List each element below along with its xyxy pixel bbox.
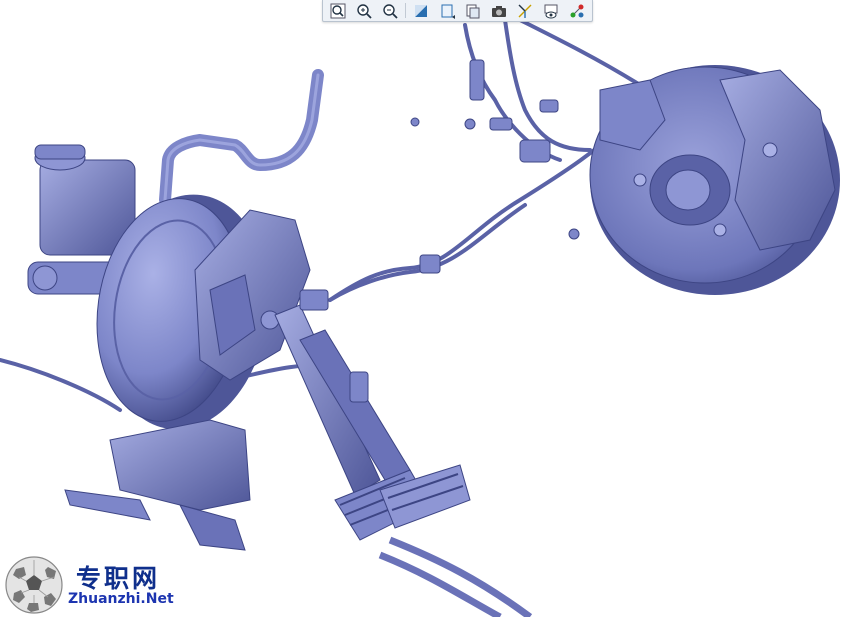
spin-center-button[interactable] [513, 0, 537, 21]
soccer-ball-logo-icon [5, 556, 63, 614]
toolbar-separator [405, 3, 406, 18]
saved-views-icon [466, 4, 480, 18]
watermark-brand: 专职网 [76, 564, 161, 593]
3d-model-viewport[interactable] [0, 0, 862, 621]
spin-center-icon [518, 4, 532, 18]
appearance-icon [544, 4, 558, 18]
reservoir-hose [159, 69, 324, 206]
zoom-in-icon [357, 3, 372, 19]
zoom-fit-icon [330, 3, 346, 18]
view-orientation-button[interactable] [435, 0, 459, 21]
appearance-button[interactable] [539, 0, 563, 21]
snapshot-button[interactable] [487, 0, 511, 21]
datum-display-button[interactable] [565, 0, 589, 21]
saved-views-button[interactable] [461, 0, 485, 21]
brake-assembly-model[interactable] [0, 0, 862, 621]
view-orientation-icon [441, 4, 455, 19]
lower-bracket[interactable] [64, 419, 251, 551]
shading-icon [415, 4, 427, 17]
fittings [299, 59, 580, 403]
zoom-out-button[interactable] [378, 0, 402, 21]
datum-display-icon [570, 4, 584, 17]
brake-rotor-caliper-assembly[interactable] [589, 65, 840, 295]
floor-rail [378, 536, 533, 621]
view-toolbar [322, 0, 593, 22]
zoom-fit-button[interactable] [326, 0, 350, 21]
watermark-url: Zhuanzhi.Net [68, 591, 174, 607]
zoom-out-icon [383, 3, 398, 19]
snapshot-icon [492, 5, 506, 17]
zoom-in-button[interactable] [352, 0, 376, 21]
watermark: 专职网 Zhuanzhi.Net [4, 553, 194, 615]
shading-button[interactable] [409, 0, 433, 21]
